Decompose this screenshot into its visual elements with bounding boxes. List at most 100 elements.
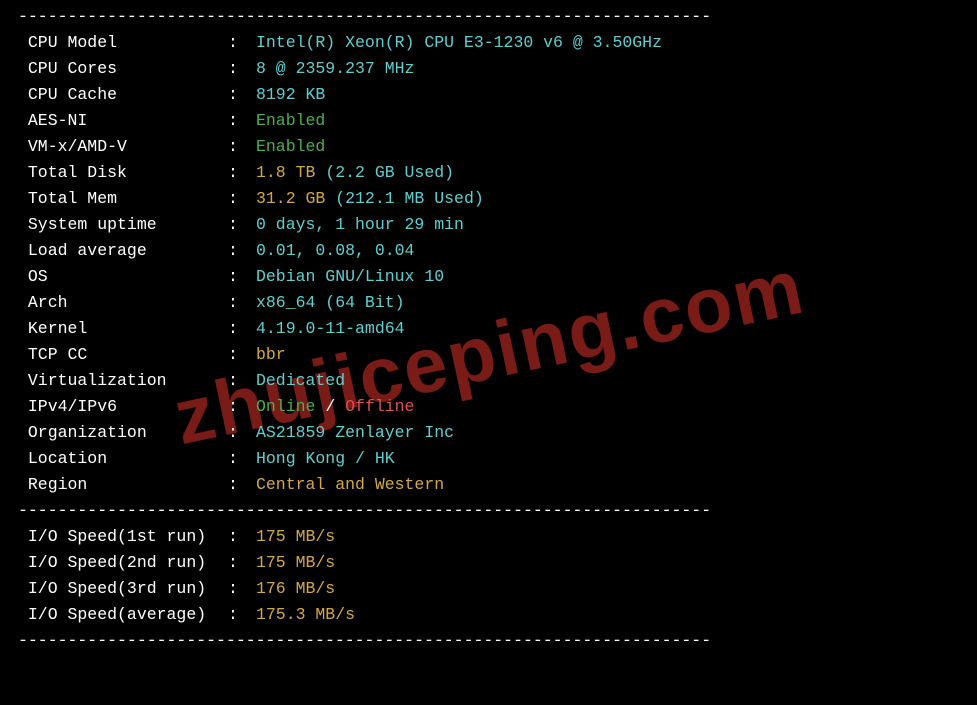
colon: : <box>228 108 256 134</box>
colon: : <box>228 264 256 290</box>
info-label: Arch <box>18 290 228 316</box>
info-row: Total Disk: 1.8 TB (2.2 GB Used) <box>18 160 959 186</box>
info-row: CPU Cores: 8 @ 2359.237 MHz <box>18 56 959 82</box>
info-row: Load average: 0.01, 0.08, 0.04 <box>18 238 959 264</box>
info-value: 31.2 GB (212.1 MB Used) <box>256 186 959 212</box>
value-segment: 176 MB/s <box>256 579 335 598</box>
info-row: CPU Cache: 8192 KB <box>18 82 959 108</box>
colon: : <box>228 524 256 550</box>
value-segment: x86_64 (64 Bit) <box>256 293 405 312</box>
info-row: Arch: x86_64 (64 Bit) <box>18 290 959 316</box>
info-label: System uptime <box>18 212 228 238</box>
value-segment: Central and Western <box>256 475 444 494</box>
value-segment: 0 days, 1 hour 29 min <box>256 215 464 234</box>
info-row: OS: Debian GNU/Linux 10 <box>18 264 959 290</box>
value-segment: 31.2 GB <box>256 189 335 208</box>
value-segment: 8192 KB <box>256 85 325 104</box>
info-label: I/O Speed(3rd run) <box>18 576 228 602</box>
info-label: I/O Speed(average) <box>18 602 228 628</box>
info-value: AS21859 Zenlayer Inc <box>256 420 959 446</box>
value-segment: (2.2 GB Used) <box>325 163 454 182</box>
info-value: Enabled <box>256 108 959 134</box>
info-label: Kernel <box>18 316 228 342</box>
value-segment: Online <box>256 397 315 416</box>
colon: : <box>228 394 256 420</box>
info-row: Location: Hong Kong / HK <box>18 446 959 472</box>
info-label: CPU Model <box>18 30 228 56</box>
value-segment: Enabled <box>256 137 325 156</box>
terminal-output: ----------------------------------------… <box>0 4 977 654</box>
info-row: VM-x/AMD-V: Enabled <box>18 134 959 160</box>
value-segment: 1.8 TB <box>256 163 325 182</box>
value-segment: 175 MB/s <box>256 553 335 572</box>
info-value: Hong Kong / HK <box>256 446 959 472</box>
info-row: I/O Speed(2nd run): 175 MB/s <box>18 550 959 576</box>
colon: : <box>228 368 256 394</box>
info-value: Intel(R) Xeon(R) CPU E3-1230 v6 @ 3.50GH… <box>256 30 959 56</box>
colon: : <box>228 420 256 446</box>
info-label: IPv4/IPv6 <box>18 394 228 420</box>
info-value: 8 @ 2359.237 MHz <box>256 56 959 82</box>
value-segment: / <box>315 397 345 416</box>
colon: : <box>228 342 256 368</box>
info-value: 1.8 TB (2.2 GB Used) <box>256 160 959 186</box>
colon: : <box>228 82 256 108</box>
info-label: CPU Cache <box>18 82 228 108</box>
info-row: CPU Model: Intel(R) Xeon(R) CPU E3-1230 … <box>18 30 959 56</box>
colon: : <box>228 576 256 602</box>
info-row: Organization: AS21859 Zenlayer Inc <box>18 420 959 446</box>
info-row: Total Mem: 31.2 GB (212.1 MB Used) <box>18 186 959 212</box>
info-value: Online / Offline <box>256 394 959 420</box>
system-info-block: CPU Model: Intel(R) Xeon(R) CPU E3-1230 … <box>18 30 959 498</box>
info-value: bbr <box>256 342 959 368</box>
info-value: 8192 KB <box>256 82 959 108</box>
value-segment: Enabled <box>256 111 325 130</box>
value-segment: AS21859 Zenlayer Inc <box>256 423 454 442</box>
value-segment: 175 MB/s <box>256 527 335 546</box>
info-value: Debian GNU/Linux 10 <box>256 264 959 290</box>
info-row: I/O Speed(3rd run): 176 MB/s <box>18 576 959 602</box>
colon: : <box>228 550 256 576</box>
value-segment: (212.1 MB Used) <box>335 189 484 208</box>
value-segment: bbr <box>256 345 286 364</box>
info-row: Region: Central and Western <box>18 472 959 498</box>
colon: : <box>228 186 256 212</box>
io-speed-block: I/O Speed(1st run): 175 MB/s I/O Speed(2… <box>18 524 959 628</box>
colon: : <box>228 602 256 628</box>
info-value: Enabled <box>256 134 959 160</box>
colon: : <box>228 30 256 56</box>
info-label: AES-NI <box>18 108 228 134</box>
colon: : <box>228 290 256 316</box>
info-row: TCP CC: bbr <box>18 342 959 368</box>
value-segment: 4.19.0-11-amd64 <box>256 319 405 338</box>
info-row: Virtualization: Dedicated <box>18 368 959 394</box>
info-value: Central and Western <box>256 472 959 498</box>
info-value: 175.3 MB/s <box>256 602 959 628</box>
value-segment: Debian GNU/Linux 10 <box>256 267 444 286</box>
value-segment: 0.01, 0.08, 0.04 <box>256 241 414 260</box>
info-value: 0 days, 1 hour 29 min <box>256 212 959 238</box>
colon: : <box>228 56 256 82</box>
info-label: Virtualization <box>18 368 228 394</box>
info-label: I/O Speed(2nd run) <box>18 550 228 576</box>
info-row: Kernel: 4.19.0-11-amd64 <box>18 316 959 342</box>
value-segment: Dedicated <box>256 371 345 390</box>
info-label: OS <box>18 264 228 290</box>
info-label: Organization <box>18 420 228 446</box>
value-segment: Intel(R) Xeon(R) CPU E3-1230 v6 @ 3.50GH… <box>256 33 662 52</box>
info-label: Load average <box>18 238 228 264</box>
info-row: IPv4/IPv6: Online / Offline <box>18 394 959 420</box>
value-segment: Offline <box>345 397 414 416</box>
info-value: 175 MB/s <box>256 550 959 576</box>
info-value: 4.19.0-11-amd64 <box>256 316 959 342</box>
info-label: Total Disk <box>18 160 228 186</box>
divider-mid: ----------------------------------------… <box>18 498 959 524</box>
info-label: Total Mem <box>18 186 228 212</box>
value-segment: 175.3 MB/s <box>256 605 355 624</box>
info-value: 175 MB/s <box>256 524 959 550</box>
value-segment: Hong Kong / HK <box>256 449 395 468</box>
info-row: I/O Speed(average): 175.3 MB/s <box>18 602 959 628</box>
info-value: x86_64 (64 Bit) <box>256 290 959 316</box>
colon: : <box>228 446 256 472</box>
info-label: Region <box>18 472 228 498</box>
